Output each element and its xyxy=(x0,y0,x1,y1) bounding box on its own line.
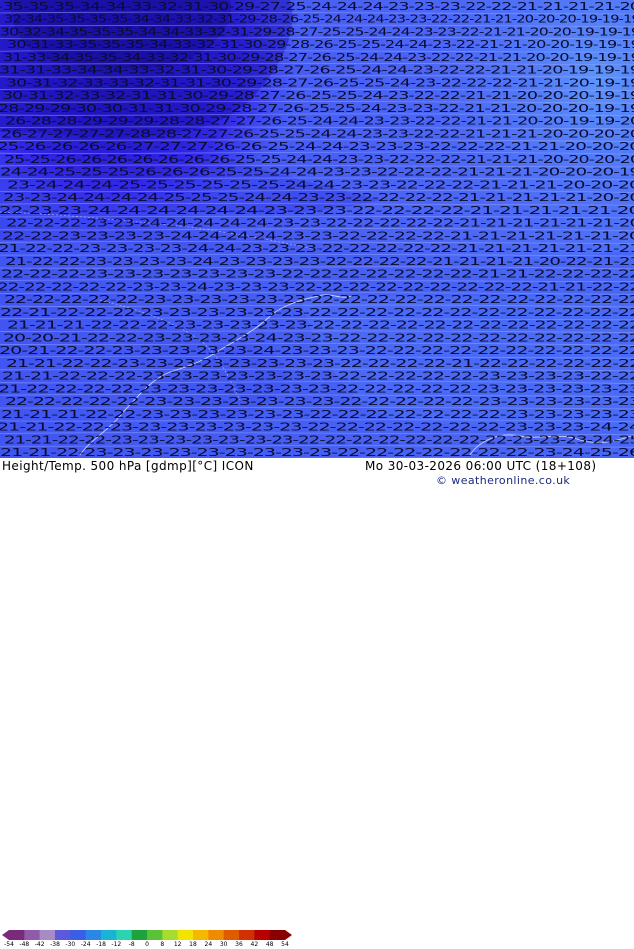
isotherm-label-row: 22-22-22-23-23-23-23-23-23-23-22-22-22-2… xyxy=(1,268,634,281)
scale-swatch xyxy=(270,930,286,940)
scale-swatch xyxy=(70,930,86,940)
isotherm-label-row: 23-24-24-24-25-25-25-25-25-25-24-24-23-2… xyxy=(7,178,634,191)
scale-tick-label: -24 xyxy=(81,941,91,948)
scale-swatch xyxy=(101,930,117,940)
scale-tick-label: 18 xyxy=(189,941,197,948)
scale-tick-label: 36 xyxy=(235,941,243,948)
isotherm-label-row: 20-20-21-22-22-23-23-23-23-24-23-23-22-2… xyxy=(3,331,634,344)
scale-tick-label: 30 xyxy=(220,941,228,948)
isotherm-label-row: 25-26-26-26-26-27-27-27-26-26-25-24-24-2… xyxy=(0,140,634,153)
isotherm-label-row: 23-23-24-24-24-24-25-25-25-24-24-23-23-2… xyxy=(3,191,634,204)
isotherm-label-row: 21-22-22-23-23-23-23-24-24-23-23-23-22-2… xyxy=(0,242,634,255)
temperature-map: -35-35-35-34-34-33-32-31-30-29-27-25-24-… xyxy=(0,0,634,458)
isotherm-label-row: 30-31-32-33-33-32-31-31-30-29-28-27-26-2… xyxy=(6,76,634,89)
isotherm-label-row: 28-29-29-30-30-31-31-30-29-28-27-26-25-2… xyxy=(0,102,634,115)
scale-tick-label: 54 xyxy=(281,941,289,948)
scale-tick-label: -38 xyxy=(50,941,60,948)
isotherm-label-row: 21-21-22-22-23-23-23-23-23-23-23-23-22-2… xyxy=(6,357,634,370)
valid-datetime: Mo 30-03-2026 06:00 UTC (18+108) xyxy=(365,459,596,473)
scale-tick-label: -8 xyxy=(129,941,135,948)
isotherm-label-row: 30-32-34-35-35-35-34-34-33-32-31-29-28-2… xyxy=(0,25,634,38)
isotherm-label-row: -35-35-35-34-34-33-32-31-30-29-27-25-24-… xyxy=(0,0,634,13)
isotherm-label-row: 31-33-34-35-35-34-33-32-31-30-29-28-27-2… xyxy=(3,51,634,64)
isotherm-label-row: 22-22-23-23-23-23-24-24-24-24-23-23-22-2… xyxy=(2,229,634,242)
isotherm-label-row: 24-24-25-25-25-26-26-26-25-25-24-24-23-2… xyxy=(0,166,634,179)
scale-swatch xyxy=(116,930,132,940)
isotherm-label-row: 20-21-22-22-23-23-23-23-23-24-23-23-23-2… xyxy=(0,344,634,357)
scale-swatch xyxy=(224,930,240,940)
map-title: Height/Temp. 500 hPa [gdmp][°C] ICON xyxy=(2,459,254,473)
scale-labels: -54 -48 -42 -38 -30 -24 -18 -12 -8 0 8 12 18 24 30 36 42… xyxy=(0,941,300,949)
isotherm-label-row: 21-21-21-22-22-23-23-23-23-23-23-22-22-2… xyxy=(1,408,634,421)
isotherm-label-row: 26-27-27-27-27-28-28-27-27-26-25-25-24-2… xyxy=(1,127,634,140)
scale-arrow-left xyxy=(2,930,9,940)
scale-tick-label: -12 xyxy=(111,941,121,948)
scale-tick-label: -18 xyxy=(96,941,106,948)
scale-tick-label: -30 xyxy=(65,941,75,948)
isotherm-label-row: 22-22-22-22-22-23-23-24-23-23-23-22-22-2… xyxy=(0,280,634,293)
scale-swatch xyxy=(147,930,163,940)
scale-tick-label: 48 xyxy=(266,941,274,948)
isotherm-label-row: 30-31-32-33-32-31-31-30-29-28-27-26-25-2… xyxy=(2,89,634,102)
scale-swatch xyxy=(239,930,255,940)
isotherm-label-row: 25-25-26-26-26-26-26-26-26-25-25-24-24-2… xyxy=(4,153,634,166)
scale-swatch xyxy=(162,930,178,940)
scale-tick-label: 24 xyxy=(205,941,213,948)
isotherm-label-row: 22-22-22-23-23-24-24-24-24-24-23-23-22-2… xyxy=(6,217,634,230)
isotherm-label-row: 22-22-22-22-22-23-23-23-23-23-23-23-22-2… xyxy=(5,395,634,408)
scale-swatch xyxy=(193,930,209,940)
scale-tick-label: 42 xyxy=(251,941,259,948)
copyright: © weatheronline.co.uk xyxy=(436,474,570,487)
isotherm-label-row: 22-21-22-22-22-23-23-23-23-23-23-22-22-2… xyxy=(0,306,634,319)
scale-swatch xyxy=(254,930,270,940)
map-canvas: -35-35-35-34-34-33-32-31-30-29-27-25-24-… xyxy=(0,0,634,458)
scale-swatch xyxy=(40,930,56,940)
footer-bar: Height/Temp. 500 hPa [gdmp][°C] ICON Mo … xyxy=(0,458,634,490)
isotherm-label-row: 22-22-22-22-22-23-23-23-23-23-23-22-22-2… xyxy=(4,293,634,306)
scale-swatch xyxy=(86,930,102,940)
isotherm-label-row: 21-21-21-22-22-22-23-23-23-23-23-22-22-2… xyxy=(7,319,634,332)
scale-swatch xyxy=(208,930,224,940)
color-scale xyxy=(2,930,292,940)
scale-tick-label: 12 xyxy=(174,941,182,948)
scale-tick-label: -42 xyxy=(35,941,45,948)
isotherm-label-row: 31-31-33-34-34-33-32-31-30-29-28-27-26-2… xyxy=(0,64,634,77)
scale-arrow-right xyxy=(285,930,292,940)
isotherm-label-row: 21-21-22-22-23-23-23-23-23-23-23-22-22-2… xyxy=(0,421,634,434)
isotherm-label-row: 30-31-33-35-35-35-34-33-32-31-30-29-28-2… xyxy=(7,38,634,51)
isotherm-label-row: 32-34-35-35-35-35-34-34-33-32-31-29-28-2… xyxy=(4,13,634,26)
scale-swatch xyxy=(55,930,71,940)
isotherm-label-row: 22-23-23-24-24-24-24-24-24-23-23-23-22-2… xyxy=(0,204,634,217)
scale-tick-label: -48 xyxy=(19,941,29,948)
scale-swatch xyxy=(24,930,40,940)
isotherm-label-row: 21-22-22-23-23-23-23-24-23-23-23-23-22-2… xyxy=(5,255,634,268)
isotherm-label-row: 21-21-22-22-22-23-23-23-23-23-23-23-22-2… xyxy=(2,370,634,383)
scale-tick-label: 8 xyxy=(160,941,164,948)
isotherm-label-row: 21-21-22-22-23-23-23-23-23-23-23-22-22-2… xyxy=(4,433,634,446)
scale-swatch xyxy=(9,930,25,940)
isotherm-label-row: 21-22-22-22-22-23-23-23-23-23-23-23-22-2… xyxy=(0,382,634,395)
isotherm-label-row: 26-28-28-29-29-29-28-28-27-27-26-25-24-2… xyxy=(5,115,634,128)
scale-swatch xyxy=(178,930,194,940)
isotherm-label-row: 21-21-22-23-23-23-23-23-23-23-23-23-22-2… xyxy=(0,446,634,458)
scale-tick-label: 0 xyxy=(145,941,149,948)
scale-tick-label: -54 xyxy=(4,941,14,948)
scale-swatch xyxy=(132,930,148,940)
isotherm-labels: -35-35-35-34-34-33-32-31-30-29-27-25-24-… xyxy=(0,0,634,458)
